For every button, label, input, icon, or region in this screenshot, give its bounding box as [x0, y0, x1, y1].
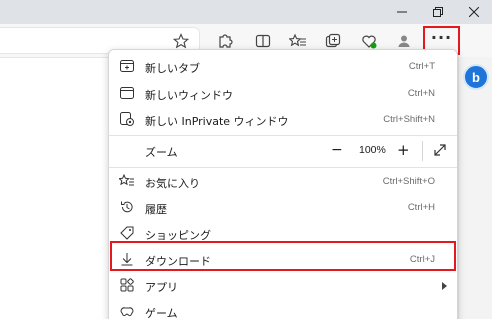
- title-bar: [0, 0, 492, 24]
- menu-item-label: 新しいウィンドウ: [145, 89, 233, 102]
- zoom-row: ズーム − 100% +: [109, 136, 457, 166]
- zoom-value: 100%: [359, 144, 386, 156]
- menu-item-shortcut: Ctrl+T: [408, 61, 435, 72]
- close-window-button[interactable]: [456, 0, 492, 24]
- avatar-icon: [398, 35, 410, 47]
- minimize-icon: [397, 11, 407, 13]
- apps-icon: [119, 277, 135, 293]
- menu-item-favorites[interactable]: お気に入り Ctrl+Shift+O: [109, 168, 457, 195]
- favorites-icon: [119, 173, 135, 189]
- menu-item-shortcut: Ctrl+N: [407, 88, 435, 99]
- menu-item-shortcut: Ctrl+Shift+O: [382, 176, 435, 187]
- menu-item-label: アプリ: [145, 281, 178, 294]
- menu-item-label: ゲーム: [145, 307, 178, 319]
- split-screen-icon: [255, 34, 271, 48]
- sidebar: b: [458, 57, 492, 319]
- restore-button[interactable]: [420, 0, 456, 24]
- restore-icon: [433, 7, 443, 17]
- menu-item-shortcut: Ctrl+H: [407, 202, 435, 213]
- favorites-list-icon: [289, 33, 306, 47]
- bing-icon: b: [472, 69, 480, 85]
- zoom-label: ズーム: [145, 146, 178, 159]
- menu-item-inprivate-window[interactable]: 新しい InPrivate ウィンドウ Ctrl+Shift+N: [109, 106, 457, 133]
- menu-item-new-window[interactable]: 新しいウィンドウ Ctrl+N: [109, 80, 457, 107]
- puzzle-icon: [219, 34, 233, 48]
- menu-item-label: 履歴: [145, 203, 167, 216]
- zoom-out-button[interactable]: −: [331, 142, 343, 158]
- downloads-highlight-box: [110, 241, 456, 271]
- fullscreen-icon: [434, 144, 446, 156]
- menu-item-label: 新しいタブ: [145, 62, 200, 75]
- minimize-button[interactable]: [384, 0, 420, 24]
- fullscreen-button[interactable]: [432, 142, 448, 158]
- collections-icon: [325, 33, 341, 48]
- menu-item-games[interactable]: ゲーム: [109, 298, 457, 319]
- menu-item-label: 新しい InPrivate ウィンドウ: [145, 115, 289, 128]
- games-icon: [119, 303, 135, 319]
- close-icon: [469, 7, 479, 17]
- menu-item-new-tab[interactable]: 新しいタブ Ctrl+T: [109, 53, 457, 80]
- history-icon: [119, 199, 135, 215]
- shopping-tag-icon: [119, 225, 135, 241]
- menu-item-label: お気に入り: [145, 177, 200, 190]
- star-icon: [173, 33, 189, 49]
- menu-item-apps[interactable]: アプリ: [109, 272, 457, 299]
- zoom-in-button[interactable]: +: [397, 141, 410, 159]
- settings-menu: 新しいタブ Ctrl+T 新しいウィンドウ Ctrl+N 新しい InPriva…: [108, 49, 458, 319]
- new-window-icon: [119, 85, 135, 101]
- new-tab-icon: [119, 58, 135, 74]
- heart-pulse-icon: [362, 35, 377, 49]
- more-icon: ···: [430, 27, 453, 47]
- zoom-divider: [422, 141, 423, 161]
- menu-item-shortcut: Ctrl+Shift+N: [383, 114, 435, 125]
- submenu-arrow-icon: [442, 282, 447, 290]
- inprivate-icon: [119, 111, 135, 127]
- menu-item-history[interactable]: 履歴 Ctrl+H: [109, 194, 457, 221]
- bing-copilot-button[interactable]: b: [463, 64, 489, 90]
